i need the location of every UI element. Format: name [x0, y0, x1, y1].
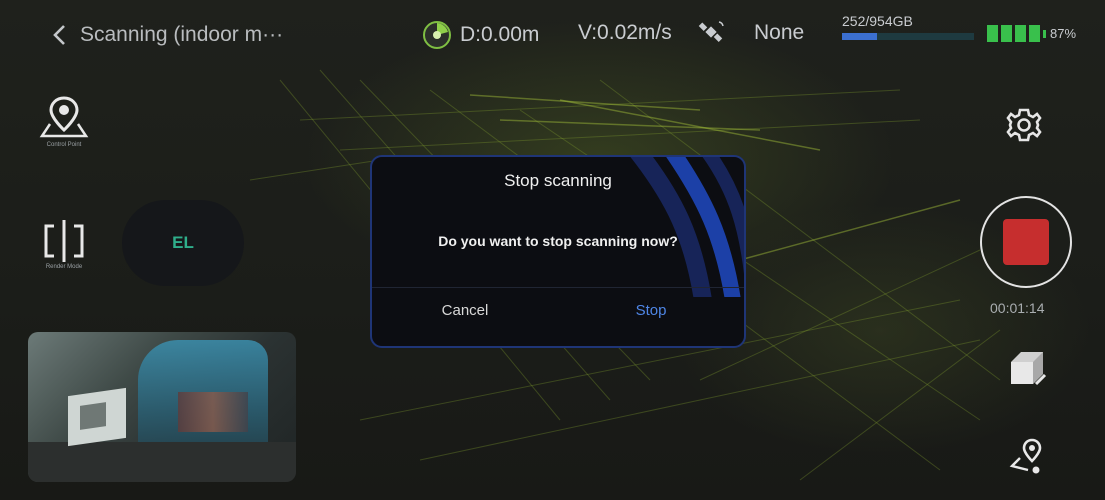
camera-scene-objects — [178, 392, 248, 432]
map-pin-icon — [39, 96, 89, 138]
storage-text: 252/954GB — [842, 13, 913, 29]
control-point-button[interactable]: Control Point — [36, 94, 92, 148]
battery-indicator: 87% — [987, 25, 1076, 42]
dialog-title: Stop scanning — [504, 171, 612, 190]
stop-record-icon — [1003, 219, 1049, 265]
dialog-divider — [372, 287, 744, 288]
battery-segment — [1001, 25, 1012, 42]
gear-icon[interactable] — [1005, 106, 1043, 144]
back-button[interactable]: Scanning (indoor m··· — [50, 19, 283, 51]
split-view-icon — [44, 220, 84, 262]
render-mode-label: Render Mode — [45, 264, 83, 270]
battery-nub — [1043, 29, 1046, 38]
satellite-icon — [698, 21, 724, 42]
gnss-status: None — [754, 21, 805, 44]
distance-readout: D:0.00m — [422, 20, 539, 50]
el-toggle-button[interactable]: EL — [122, 200, 244, 286]
storage-bar — [842, 33, 974, 40]
chevron-left-icon — [53, 25, 65, 45]
storage-indicator: 252/954GB — [842, 13, 974, 40]
record-timer: 00:01:14 — [990, 300, 1045, 316]
battery-segment — [987, 25, 998, 42]
cancel-button[interactable]: Cancel — [372, 302, 558, 319]
camera-scene-desk — [28, 442, 296, 482]
control-point-label: Control Point — [46, 142, 82, 148]
distance-value: D:0.00m — [460, 23, 540, 46]
stop-record-button[interactable] — [980, 196, 1072, 288]
battery-percent: 87% — [1050, 26, 1077, 41]
storage-bar-fill — [842, 33, 877, 40]
route-pin-icon[interactable] — [1006, 436, 1048, 476]
dialog-message: Do you want to stop scanning now? — [438, 233, 678, 249]
distance-gauge-icon — [423, 21, 451, 49]
battery-segment — [1029, 25, 1040, 42]
render-mode-button[interactable]: Render Mode — [34, 218, 94, 270]
page-title: Scanning (indoor m··· — [80, 23, 284, 46]
stop-scanning-dialog: Stop scanning Do you want to stop scanni… — [370, 155, 746, 348]
status-bar: Scanning (indoor m··· D:0.00m V:0.02m/s … — [0, 0, 1105, 74]
battery-segment — [1015, 25, 1026, 42]
cube-icon[interactable] — [1003, 346, 1049, 392]
velocity-value: V:0.02m/s — [578, 21, 672, 44]
stop-button[interactable]: Stop — [558, 302, 744, 319]
el-button-label: EL — [172, 233, 194, 252]
camera-preview[interactable] — [28, 332, 296, 482]
camera-scene-monitor-inner — [80, 402, 106, 430]
